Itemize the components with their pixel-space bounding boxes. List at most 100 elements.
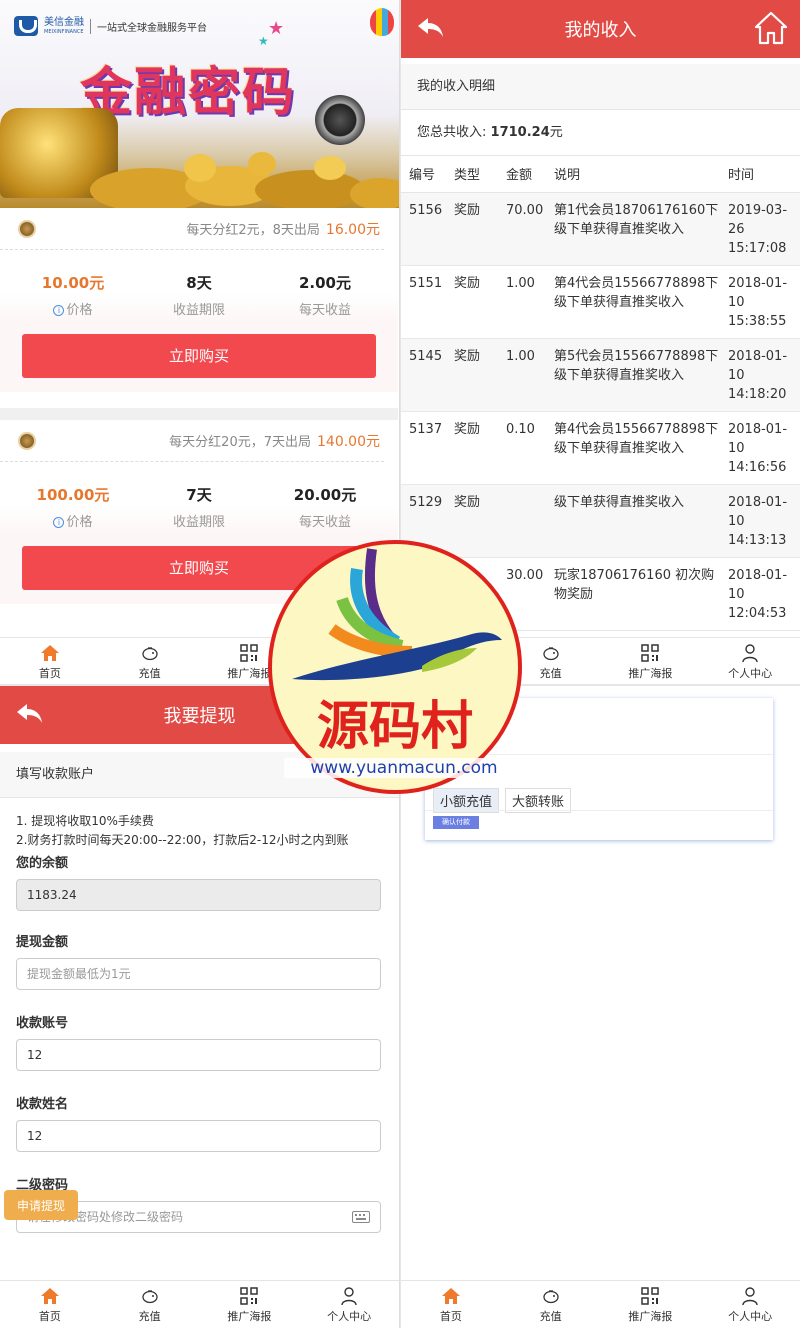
- piggy-bank-icon: [542, 646, 559, 660]
- bottom-tabbar: 首页 充值 推广海报 个人中心: [401, 1280, 800, 1328]
- cell-id: 5151: [401, 265, 446, 339]
- tab-recharge[interactable]: 充值: [100, 1281, 200, 1328]
- amount-input[interactable]: 提现金额最低为1元: [16, 958, 381, 990]
- col-header: 说明: [546, 156, 720, 193]
- info-icon[interactable]: i: [53, 305, 65, 316]
- brand-en: MEIXINFINANCE: [44, 29, 84, 35]
- tab-label: 个人中心: [728, 666, 773, 680]
- table-row: 5151 奖励 1.00 第4代会员15566778898下级下单获得直推奖收入 201…: [401, 265, 800, 339]
- product-stats: 10.00元 i 价格 8天 收益期限 2.00元 每天收益: [0, 250, 398, 322]
- cell-type: 奖励: [446, 484, 498, 558]
- tab-profile[interactable]: 个人中心: [700, 1281, 800, 1328]
- brand-name: 美信金融: [44, 17, 84, 28]
- cell-id: 5145: [401, 338, 446, 412]
- tab-home[interactable]: 首页: [401, 1281, 501, 1328]
- col-header: 编号: [401, 156, 446, 193]
- cell-type: 奖励: [446, 192, 498, 266]
- cell-amount: 70.00: [498, 192, 546, 266]
- balloon-icon: [370, 8, 394, 36]
- tab-poster[interactable]: 推广海报: [200, 1281, 300, 1328]
- brand-header: 美信金融 MEIXINFINANCE 一站式全球金融服务平台: [14, 16, 207, 36]
- period-label: 收益期限: [172, 515, 225, 530]
- tab-label: 个人中心: [327, 1309, 372, 1323]
- cell-desc: 第1代会员18706176160下级下单获得直推奖收入: [546, 192, 720, 266]
- tab-label: 充值: [539, 1309, 562, 1323]
- tab-poster[interactable]: 推广海报: [601, 638, 701, 685]
- account-input[interactable]: 12: [16, 1039, 381, 1071]
- cell-time: 2018-01-10 14:16:56: [720, 411, 800, 485]
- tab-label: 充值: [539, 666, 562, 680]
- product-return: 140.00元: [317, 433, 380, 450]
- product-card: 每天分红2元，8天出局 16.00元 10.00元 i 价格 8天 收益期限 2.00元…: [0, 208, 398, 392]
- table-row: 5137 奖励 0.10 第4代会员15566778898下级下单获得直推奖收入 201…: [401, 411, 800, 485]
- period-label: 收益期限: [172, 303, 225, 318]
- keyboard-icon: [352, 1211, 370, 1223]
- tab-profile[interactable]: 个人中心: [299, 1281, 399, 1328]
- home-icon: [40, 1287, 59, 1304]
- tab-label: 充值: [138, 666, 161, 680]
- divider: [425, 810, 773, 811]
- confirm-pay-button[interactable]: 确认付款: [433, 816, 479, 829]
- daily-label: 每天收益: [298, 303, 351, 318]
- product-period: 7天: [186, 486, 212, 504]
- daily-label: 每天收益: [298, 515, 351, 530]
- cell-desc: 玩家18706176160 初次购物奖励: [546, 557, 720, 631]
- tab-recharge[interactable]: 充值: [100, 638, 200, 685]
- cell-desc: 第4代会员15566778898下级下单获得直推奖收入: [546, 265, 720, 339]
- info-icon[interactable]: i: [53, 517, 65, 528]
- note-time: 2.财务打款时间每天20:00--22:00，打款后2-12小时之内到账: [16, 833, 349, 847]
- page-title: 我要提现: [163, 706, 236, 727]
- cell-time: 2018-01-10 14:18:20: [720, 338, 800, 412]
- note-fee: 1. 提现将收取10%手续费: [16, 814, 154, 828]
- withdraw-notes: 1. 提现将收取10%手续费 2.财务打款时间每天20:00--22:00，打款…: [0, 798, 399, 850]
- promo-banner[interactable]: 美信金融 MEIXINFINANCE 一站式全球金融服务平台 ★ ★ 金融密码: [0, 0, 399, 208]
- cell-type: 奖励: [446, 411, 498, 485]
- cell-desc: 第4代会员15566778898下级下单获得直推奖收入: [546, 411, 720, 485]
- table-row: 5145 奖励 1.00 第5代会员15566778898下级下单获得直推奖收入 201…: [401, 338, 800, 412]
- amount-label: 提现金额: [16, 935, 69, 950]
- cell-amount: [498, 484, 546, 558]
- brand-logo-icon: [14, 16, 38, 36]
- star-icon: ★: [258, 34, 269, 48]
- tab-home[interactable]: 首页: [0, 638, 100, 685]
- product-price: 10.00元: [41, 274, 105, 292]
- buy-button[interactable]: 立即购买: [22, 334, 376, 378]
- tab-home[interactable]: 首页: [0, 1281, 100, 1328]
- product-desc: 每天分红2元，8天出局 16.00元: [186, 221, 380, 238]
- home-outline-icon[interactable]: [754, 10, 788, 46]
- product-daily: 20.00元: [293, 486, 357, 504]
- cell-time: 2019-03-26 15:17:08: [720, 192, 800, 266]
- product-header: 每天分红20元，7天出局 140.00元: [0, 420, 384, 462]
- balance-label: 您的余额: [16, 856, 69, 871]
- home-icon: [40, 644, 59, 661]
- page-title: 我的收入: [564, 20, 637, 41]
- product-header: 每天分红2元，8天出局 16.00元: [0, 208, 384, 250]
- product-stats: 100.00元 i 价格 7天 收益期限 20.00元 每天收益: [0, 462, 398, 534]
- tab-recharge[interactable]: 充值: [501, 1281, 601, 1328]
- price-label: 价格: [66, 303, 93, 318]
- cell-desc: 第5代会员15566778898下级下单获得直推奖收入: [546, 338, 720, 412]
- tab-profile[interactable]: 个人中心: [700, 638, 800, 685]
- back-arrow-icon[interactable]: [14, 698, 44, 728]
- cell-id: 5137: [401, 411, 446, 485]
- tab-label: 个人中心: [728, 1309, 773, 1323]
- name-input[interactable]: 12: [16, 1120, 381, 1152]
- table-row: 5129 奖励 级下单获得直推奖收入 2018-01-10 14:13:13: [401, 484, 800, 558]
- cell-id: 5156: [401, 192, 446, 266]
- name-label: 收款姓名: [16, 1097, 69, 1112]
- price-label: 价格: [66, 515, 93, 530]
- home-icon: [441, 1287, 460, 1304]
- submit-withdraw-button[interactable]: 申请提现: [4, 1190, 78, 1220]
- qr-code-icon: [641, 643, 660, 662]
- total-income: 您总共收入: 1710.24元: [401, 110, 800, 156]
- tab-label: 推广海报: [227, 1309, 272, 1323]
- tab-label: 推广海报: [628, 1309, 673, 1323]
- col-header: 时间: [720, 156, 800, 193]
- recharge-screen: 小额充值 大额转账 确认付款 首页 充值 推广海报 个人中心: [401, 686, 800, 1328]
- product-return: 16.00元: [325, 221, 380, 238]
- watermark-badge: 源码村: [268, 540, 522, 794]
- tab-poster[interactable]: 推广海报: [601, 1281, 701, 1328]
- account-label: 收款账号: [16, 1016, 69, 1031]
- back-arrow-icon[interactable]: [415, 12, 445, 42]
- user-icon: [742, 643, 758, 662]
